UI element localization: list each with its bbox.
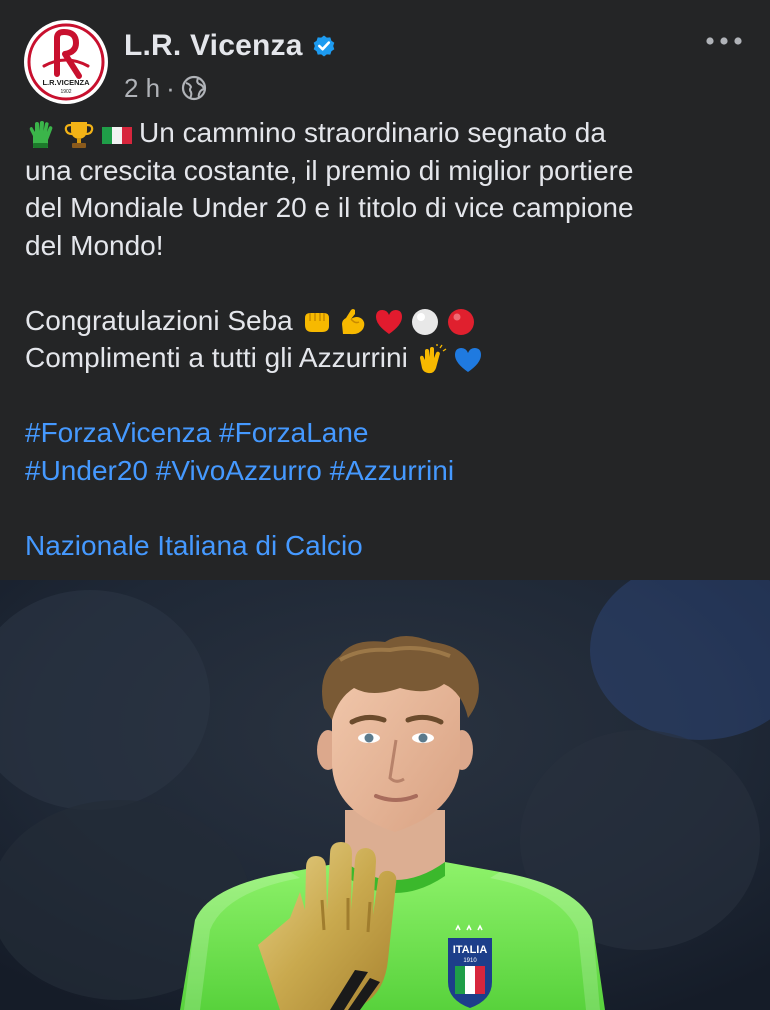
hashtag-line-1: #ForzaVicenza #ForzaLane: [25, 414, 755, 452]
italy-flag-icon: [102, 126, 132, 144]
compliments-text: Complimenti a tutti gli Azzurrini: [25, 342, 408, 373]
post-text-line-1: Un cammino straordinario segnato da: [139, 117, 606, 148]
post-text-line: Un cammino straordinario segnato da: [25, 114, 755, 152]
red-circle-icon: [447, 309, 474, 336]
post-meta: 2 h ·: [124, 72, 207, 104]
page-name[interactable]: L.R. Vicenza: [124, 29, 303, 63]
flexed-biceps-icon: [341, 309, 364, 335]
red-heart-icon: [375, 310, 402, 335]
post-time[interactable]: 2 h: [124, 73, 160, 104]
congrats-line: Congratulazioni Seba: [25, 302, 755, 340]
page-name-row: L.R. Vicenza: [124, 28, 337, 64]
hashtag-link[interactable]: #Azzurrini: [330, 455, 454, 486]
hashtag-link[interactable]: #ForzaVicenza: [25, 417, 211, 448]
verified-badge-icon: [313, 35, 334, 57]
post-photo[interactable]: ITALIA 1910: [0, 580, 770, 1010]
post-text-line-4: del Mondo!: [25, 229, 164, 261]
mention-link[interactable]: Nazionale Italiana di Calcio: [25, 530, 363, 561]
logo-year: 1902: [60, 89, 71, 95]
clapping-hands-icon: [419, 343, 446, 373]
compliments-line: Complimenti a tutti gli Azzurrini: [25, 339, 755, 377]
page-avatar[interactable]: L.R.VICENZA 1902: [24, 20, 108, 104]
logo-text: L.R.VICENZA: [42, 78, 90, 87]
shirt-year: 1910: [463, 958, 477, 964]
white-circle-icon: [411, 309, 438, 336]
blue-heart-icon: [454, 347, 481, 372]
facebook-post: L.R.VICENZA 1902 L.R. Vicenza 2 h · Un c…: [0, 0, 770, 1010]
congrats-text: Congratulazioni Seba: [25, 304, 293, 336]
post-text-line-3: del Mondiale Under 20 e il titolo di vic…: [25, 192, 634, 223]
hashtag-link[interactable]: #Under20: [25, 455, 148, 486]
goalkeeper-photo: ITALIA 1910: [0, 580, 770, 1010]
glove-icon: [29, 120, 53, 148]
post-header: L.R.VICENZA 1902 L.R. Vicenza 2 h ·: [0, 0, 770, 110]
meta-separator: ·: [166, 72, 175, 103]
hashtag-line-2: #Under20 #VivoAzzurro #Azzurrini: [25, 452, 755, 490]
post-body: Un cammino straordinario segnato da una …: [25, 114, 755, 564]
hashtag-link[interactable]: #VivoAzzurro: [156, 455, 322, 486]
globe-icon: [181, 75, 206, 101]
mention-line: Nazionale Italiana di Calcio: [25, 527, 755, 565]
shirt-text: ITALIA: [453, 944, 488, 956]
trophy-icon: [64, 121, 94, 148]
post-text-line-2: una crescita costante, il premio di migl…: [25, 154, 634, 186]
fist-icon: [304, 313, 329, 333]
more-options-icon[interactable]: [700, 26, 748, 56]
hashtag-link[interactable]: #ForzaLane: [219, 417, 368, 448]
vicenza-logo: L.R.VICENZA 1902: [25, 21, 107, 103]
